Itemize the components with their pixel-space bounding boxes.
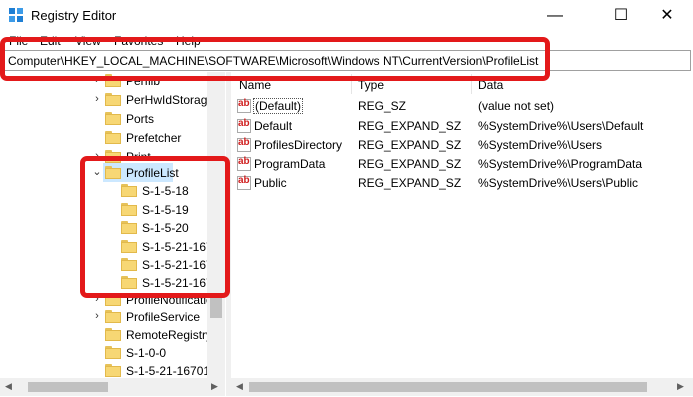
string-value-icon: ab xyxy=(237,98,251,113)
minimize-button[interactable]: — xyxy=(532,0,578,32)
value-name: Public xyxy=(254,176,287,190)
expand-chevron-icon[interactable]: › xyxy=(91,309,103,324)
value-row[interactable]: ab ProfilesDirectory REG_EXPAND_SZ %Syst… xyxy=(231,136,693,155)
value-name: (Default) xyxy=(253,98,304,114)
values-list-pane: Name Type Data ab (Default) REG_SZ (valu… xyxy=(231,72,693,378)
scroll-left-arrow-icon[interactable]: ◀ xyxy=(5,381,12,392)
scrollbar-thumb[interactable] xyxy=(28,382,108,392)
tree-item-label: ProfileService xyxy=(126,310,201,324)
folder-icon xyxy=(105,131,121,144)
value-name: Default xyxy=(254,119,293,133)
tree-item-label: S-1-5-21-16701 xyxy=(126,364,211,378)
scroll-right-arrow-icon[interactable]: ▶ xyxy=(677,381,684,392)
folder-icon xyxy=(105,346,121,359)
value-data: %SystemDrive%\ProgramData xyxy=(478,157,643,171)
tree-horizontal-scrollbar[interactable]: ◀ ▶ xyxy=(0,378,225,396)
string-value-icon: ab xyxy=(237,118,251,133)
string-value-icon: ab xyxy=(237,156,251,171)
string-value-icon: ab xyxy=(237,137,251,152)
folder-icon xyxy=(105,93,121,106)
value-data: (value not set) xyxy=(478,99,555,113)
tree-item-perhwidstorage[interactable]: › PerHwIdStorage xyxy=(0,91,225,110)
tree-item-profileservice[interactable]: › ProfileService xyxy=(0,308,225,327)
folder-icon xyxy=(105,310,121,323)
folder-icon xyxy=(105,364,121,377)
scrollbar-thumb[interactable] xyxy=(249,382,647,392)
value-type: REG_EXPAND_SZ xyxy=(358,176,462,190)
scrollbar-thumb[interactable] xyxy=(210,298,222,318)
value-type: REG_EXPAND_SZ xyxy=(358,157,462,171)
tree-item-ports[interactable]: Ports xyxy=(0,110,225,129)
value-name: ProfilesDirectory xyxy=(254,138,343,152)
value-name: ProgramData xyxy=(254,157,326,171)
value-data: %SystemDrive%\Users\Default xyxy=(478,119,644,133)
value-type: REG_EXPAND_SZ xyxy=(358,119,462,133)
value-type: REG_SZ xyxy=(358,99,407,113)
scroll-right-arrow-icon[interactable]: ▶ xyxy=(211,381,218,392)
list-horizontal-scrollbar[interactable]: ◀ ▶ xyxy=(231,378,693,396)
tree-item-label: PerHwIdStorage xyxy=(126,93,215,107)
tree-item-label: RemoteRegistry xyxy=(126,328,213,342)
folder-icon xyxy=(105,328,121,341)
value-type: REG_EXPAND_SZ xyxy=(358,138,462,152)
profilelist-highlight-box xyxy=(80,156,230,298)
title-bar: Registry Editor — ☐ ✕ xyxy=(0,0,693,32)
tree-item-s-1-0-0[interactable]: S-1-0-0 xyxy=(0,344,225,363)
value-row[interactable]: ab ProgramData REG_EXPAND_SZ %SystemDriv… xyxy=(231,155,693,174)
expand-chevron-icon[interactable]: › xyxy=(91,92,103,107)
window-title: Registry Editor xyxy=(31,8,117,23)
registry-editor-app-icon xyxy=(9,8,25,24)
tree-item-label: Prefetcher xyxy=(126,131,182,145)
tree-item-label: S-1-0-0 xyxy=(126,346,167,360)
maximize-button[interactable]: ☐ xyxy=(598,0,644,32)
tree-item-prefetcher[interactable]: Prefetcher xyxy=(0,129,225,148)
value-data: %SystemDrive%\Users xyxy=(478,138,603,152)
tree-item-remoteregistry[interactable]: RemoteRegistry xyxy=(0,326,225,345)
value-row[interactable]: ab (Default) REG_SZ (value not set) xyxy=(231,97,693,116)
scroll-left-arrow-icon[interactable]: ◀ xyxy=(236,381,243,392)
string-value-icon: ab xyxy=(237,175,251,190)
tree-item-label: Ports xyxy=(126,112,155,126)
address-highlight-box xyxy=(0,37,550,81)
folder-icon xyxy=(105,112,121,125)
value-row[interactable]: ab Public REG_EXPAND_SZ %SystemDrive%\Us… xyxy=(231,174,693,193)
value-data: %SystemDrive%\Users\Public xyxy=(478,176,639,190)
close-button[interactable]: ✕ xyxy=(644,0,690,32)
value-row[interactable]: ab Default REG_EXPAND_SZ %SystemDrive%\U… xyxy=(231,117,693,136)
